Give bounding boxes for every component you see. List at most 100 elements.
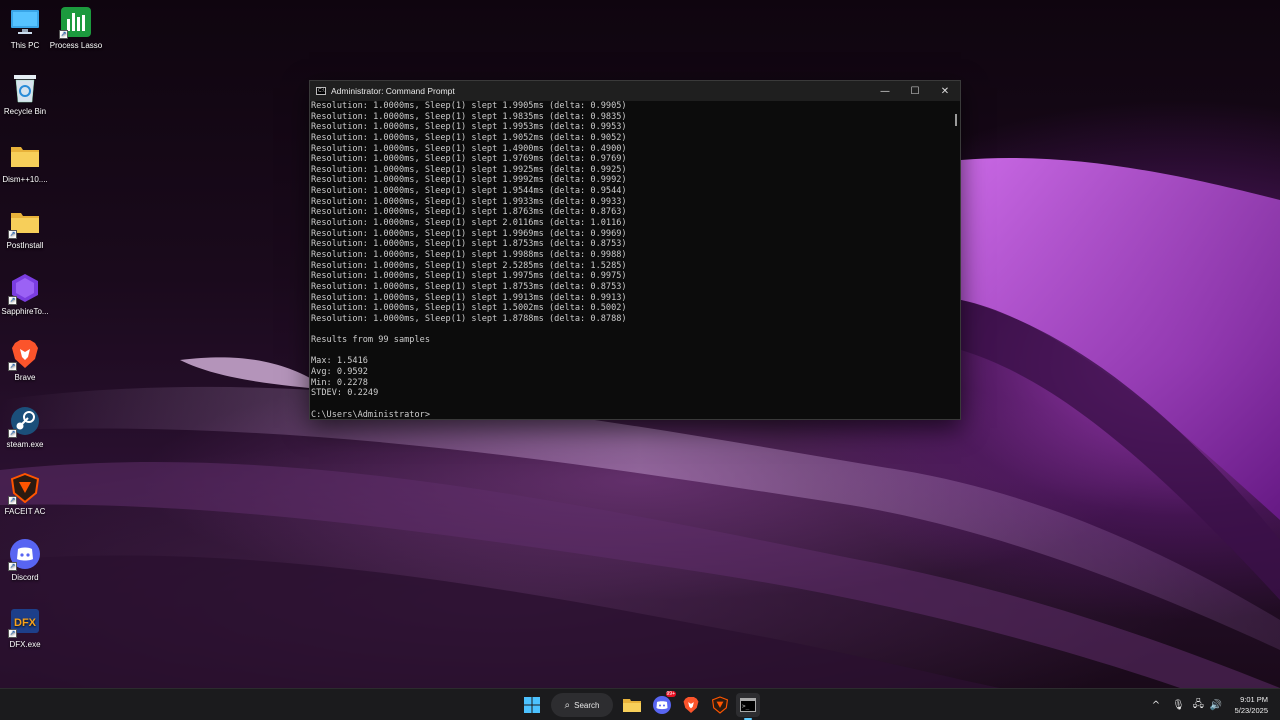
taskbar-file-explorer[interactable] — [620, 693, 644, 717]
monitor-icon — [9, 6, 41, 38]
console-line: Min: 0.2278 — [311, 377, 368, 388]
brave-icon: ↗ — [8, 338, 41, 371]
console-line: Resolution: 1.0000ms, Sleep(1) slept 1.9… — [311, 228, 627, 239]
steam-icon: ↗ — [8, 405, 41, 438]
faceit-icon: ↗ — [8, 472, 41, 505]
taskbar-search-button[interactable]: ⌕ Search — [551, 693, 613, 717]
brave-icon — [683, 697, 699, 713]
desktop-icon-brave[interactable]: ↗ Brave — [0, 338, 57, 382]
console-line: Resolution: 1.0000ms, Sleep(1) slept 1.9… — [311, 175, 627, 186]
taskbar-discord[interactable]: 99+ — [650, 691, 676, 717]
volume-icon[interactable]: 🔊 — [1210, 700, 1222, 711]
folder-icon — [9, 140, 41, 172]
console-line: Results from 99 samples — [311, 335, 430, 346]
shortcut-arrow-icon: ↗ — [8, 296, 17, 305]
desktop-icon-recycle-bin[interactable]: Recycle Bin — [0, 72, 57, 116]
console-line: Resolution: 1.0000ms, Sleep(1) slept 1.8… — [311, 313, 627, 324]
discord-icon: ↗ — [8, 538, 41, 571]
folder-icon — [623, 699, 641, 712]
desktop-icon-faceit[interactable]: ↗ FACEIT AC — [0, 472, 57, 516]
svg-text:DFX: DFX — [14, 617, 37, 629]
windows-logo-icon — [524, 697, 540, 713]
desktop-icon-discord[interactable]: ↗ Discord — [0, 538, 57, 582]
discord-icon — [653, 696, 671, 714]
console-line: Resolution: 1.0000ms, Sleep(1) slept 1.9… — [311, 271, 627, 282]
start-button[interactable] — [520, 693, 544, 717]
system-tray: ^ 🎙 🖧 🔊 — [1150, 689, 1223, 720]
desktop-icon-label: Dism++10.... — [2, 175, 48, 184]
svg-text:>_: >_ — [742, 703, 750, 710]
desktop-icon-process-lasso[interactable]: ↗ Process Lasso — [44, 6, 108, 50]
minimize-button[interactable]: — — [870, 81, 900, 101]
desktop-icon-label: Process Lasso — [49, 41, 103, 50]
console-line: Resolution: 1.0000ms, Sleep(1) slept 1.9… — [311, 164, 627, 175]
clock-date: 5/23/2025 — [1234, 706, 1268, 715]
taskbar: ⌕ Search 99+ >_ ^ 🎙 🖧 🔊 9:01 PM 5/23/202… — [0, 688, 1280, 720]
scrollbar-thumb[interactable] — [955, 114, 957, 126]
recycle-bin-icon — [9, 72, 41, 104]
desktop-icon-sapphire[interactable]: ↗ SapphireTo... — [0, 272, 57, 316]
vertical-scrollbar[interactable] — [950, 101, 960, 419]
desktop-icon-label: SapphireTo... — [1, 307, 49, 316]
shortcut-arrow-icon: ↗ — [8, 230, 17, 239]
console-line: Resolution: 1.0000ms, Sleep(1) slept 1.9… — [311, 249, 627, 260]
taskbar-faceit[interactable] — [708, 693, 732, 717]
close-button[interactable]: ✕ — [930, 81, 960, 101]
clock-time: 9:01 PM — [1240, 695, 1268, 704]
desktop-icon-dism-folder[interactable]: Dism++10.... — [0, 140, 57, 184]
folder-icon: ↗ — [8, 206, 41, 239]
taskbar-command-prompt[interactable]: >_ — [736, 693, 760, 720]
shortcut-arrow-icon: ↗ — [8, 429, 17, 438]
console-line: Resolution: 1.0000ms, Sleep(1) slept 1.8… — [311, 239, 627, 250]
console-line: Resolution: 1.0000ms, Sleep(1) slept 1.9… — [311, 292, 627, 303]
console-line: Resolution: 1.0000ms, Sleep(1) slept 1.8… — [311, 281, 627, 292]
shortcut-arrow-icon: ↗ — [8, 629, 17, 638]
console-line: STDEV: 0.2249 — [311, 388, 379, 399]
desktop-icon-label: DFX.exe — [9, 640, 41, 649]
network-icon[interactable]: 🖧 — [1193, 697, 1204, 714]
sapphire-icon: ↗ — [8, 272, 41, 305]
terminal-icon: >_ — [740, 698, 756, 712]
shortcut-arrow-icon: ↗ — [59, 30, 68, 39]
console-line: Resolution: 1.0000ms, Sleep(1) slept 1.9… — [311, 186, 627, 197]
console-line: Avg: 0.9592 — [311, 367, 368, 378]
console-line: Resolution: 1.0000ms, Sleep(1) slept 2.0… — [311, 218, 627, 229]
desktop-icon-dfx[interactable]: DFX ↗ DFX.exe — [0, 605, 57, 649]
console-line: Resolution: 1.0000ms, Sleep(1) slept 1.8… — [311, 207, 627, 218]
maximize-button[interactable]: ☐ — [900, 81, 930, 101]
console-line: Resolution: 1.0000ms, Sleep(1) slept 1.9… — [311, 101, 627, 111]
console-line: Resolution: 1.0000ms, Sleep(1) slept 1.9… — [311, 132, 627, 143]
console-line: Resolution: 1.0000ms, Sleep(1) slept 1.9… — [311, 111, 627, 122]
microphone-icon[interactable]: 🎙 — [1172, 700, 1185, 711]
console-line: Resolution: 1.0000ms, Sleep(1) slept 1.5… — [311, 303, 627, 314]
tray-overflow-chevron-icon[interactable]: ^ — [1150, 700, 1162, 711]
cmd-app-icon: C:\ — [316, 87, 326, 95]
console-output[interactable]: Resolution: 1.0000ms, Sleep(1) slept 1.9… — [310, 101, 950, 419]
console-line: Resolution: 1.0000ms, Sleep(1) slept 1.9… — [311, 122, 627, 133]
console-line: Max: 1.5416 — [311, 356, 368, 367]
process-lasso-icon: ↗ — [59, 6, 92, 39]
shortcut-arrow-icon: ↗ — [8, 362, 17, 371]
console-line: Resolution: 1.0000ms, Sleep(1) slept 1.9… — [311, 196, 627, 207]
window-titlebar[interactable]: C:\ Administrator: Command Prompt — ☐ ✕ — [310, 81, 960, 101]
taskbar-clock[interactable]: 9:01 PM 5/23/2025 — [1235, 694, 1268, 716]
console-line: Resolution: 1.0000ms, Sleep(1) slept 2.5… — [311, 260, 627, 271]
window-title: Administrator: Command Prompt — [331, 86, 455, 96]
console-line: C:\Users\Administrator> — [311, 409, 430, 419]
desktop-icon-steam[interactable]: ↗ steam.exe — [0, 405, 57, 449]
console-line: Resolution: 1.0000ms, Sleep(1) slept 1.4… — [311, 143, 627, 154]
desktop-icon-label: steam.exe — [6, 440, 44, 449]
search-icon: ⌕ — [564, 699, 571, 711]
desktop-icon-label: Discord — [11, 573, 39, 582]
search-label: Search — [574, 700, 600, 710]
shortcut-arrow-icon: ↗ — [8, 562, 17, 571]
dfx-icon: DFX ↗ — [8, 605, 41, 638]
desktop-icon-postinstall-folder[interactable]: ↗ PostInstall — [0, 206, 57, 250]
desktop-icon-label: PostInstall — [6, 241, 44, 250]
taskbar-brave[interactable] — [679, 693, 703, 717]
command-prompt-window[interactable]: C:\ Administrator: Command Prompt — ☐ ✕ … — [309, 80, 961, 420]
notification-badge: 99+ — [665, 691, 676, 697]
